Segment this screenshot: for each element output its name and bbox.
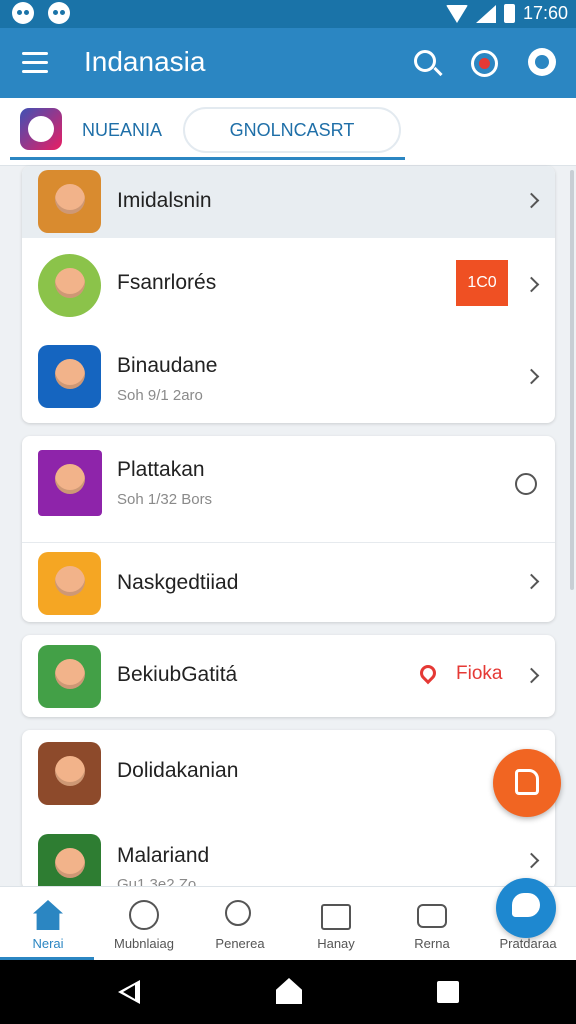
compose-fab-button[interactable] xyxy=(493,749,561,817)
chat-icon[interactable] xyxy=(496,878,556,938)
chevron-right-icon xyxy=(523,368,540,385)
edit-icon xyxy=(515,769,539,795)
bottom-nav: Nerai Mubnlaiag Penerea Hanay Rerna Prat… xyxy=(0,886,576,961)
tab-gnolncasrt[interactable]: GNOLNCASRT xyxy=(183,107,401,153)
nav-label: Penerea xyxy=(215,936,265,951)
nav-item-rerna[interactable]: Rerna xyxy=(384,887,480,961)
list-item[interactable]: Imidalsnin xyxy=(22,166,555,238)
nav-label: Hanay xyxy=(317,936,355,951)
nav-label: Mubnlaiag xyxy=(114,936,174,951)
game-list-card: Plattakan Soh 1/32 Bors Naskgedtiiad xyxy=(22,436,555,622)
status-badge: 1C0 xyxy=(456,260,508,306)
tab-indicator xyxy=(10,157,405,160)
game-icon-fighter xyxy=(38,450,102,516)
game-icon-lion xyxy=(38,742,101,805)
chevron-right-icon xyxy=(523,276,540,293)
game-icon-blocks xyxy=(38,645,101,708)
game-list-card: BekiubGatitá Fioka xyxy=(22,635,555,717)
location-pin-icon xyxy=(416,661,440,685)
list-item[interactable]: BekiubGatitá Fioka xyxy=(22,635,555,717)
signal-icon xyxy=(475,4,496,23)
list-item-subtitle: Soh 1/32 Bors xyxy=(117,491,213,508)
list-item[interactable]: Fsanrlorés 1C0 xyxy=(22,238,555,333)
list-item-subtitle: Soh 9/1 2aro xyxy=(117,387,203,404)
face-icon xyxy=(129,900,159,930)
app-title: Indanasia xyxy=(84,46,206,77)
list-item[interactable]: Binaudane Soh 9/1 2aro xyxy=(22,333,555,423)
game-list-card: Dolidakanian Malariand Gu1 3e2 Zo xyxy=(22,730,555,890)
menu-icon[interactable] xyxy=(22,52,48,74)
home-icon xyxy=(33,900,63,930)
chevron-right-icon xyxy=(523,852,540,869)
list-item-title: BekiubGatitá xyxy=(117,663,238,686)
bag-icon xyxy=(321,904,351,930)
home-button-icon[interactable] xyxy=(276,978,302,1004)
bulb-icon xyxy=(225,900,251,926)
nav-item-hanay[interactable]: Hanay xyxy=(288,887,384,961)
app-bar: Indanasia xyxy=(0,28,576,98)
nav-item-mubnlaiag[interactable]: Mubnlaiag xyxy=(96,887,192,961)
list-item-title: Dolidakanian xyxy=(117,759,239,782)
list-item-title: Naskgedtiiad xyxy=(117,571,239,594)
notification-app-icon xyxy=(48,2,70,24)
chevron-right-icon xyxy=(523,667,540,684)
list-item[interactable]: Malariand Gu1 3e2 Zo xyxy=(22,818,555,890)
nav-item-nerai[interactable]: Nerai xyxy=(0,887,96,961)
tab-bar: NUEANIA GNOLNCASRT xyxy=(0,98,576,166)
list-item-title: Binaudane xyxy=(117,354,218,377)
chevron-right-icon xyxy=(523,573,540,590)
wifi-icon xyxy=(445,4,468,23)
nav-item-penerea[interactable]: Penerea xyxy=(192,887,288,961)
list-item-title: Fsanrlorés xyxy=(117,271,217,294)
list-item-title: Malariand xyxy=(117,844,210,867)
list-item-title: Imidalsnin xyxy=(117,189,212,212)
status-time: 17:60 xyxy=(522,3,568,23)
search-icon[interactable] xyxy=(414,50,436,72)
list-item-title: Plattakan xyxy=(117,458,205,481)
chevron-right-icon xyxy=(523,192,540,209)
pin-label: Fioka xyxy=(456,663,503,684)
notification-panda-icon xyxy=(12,2,34,24)
battery-icon xyxy=(503,4,515,23)
game-icon-baby xyxy=(38,345,101,408)
tab-nueania[interactable]: NUEANIA xyxy=(82,120,162,141)
avatar[interactable] xyxy=(20,108,62,150)
nav-label: Pratdaraa xyxy=(499,936,557,951)
system-nav-bar xyxy=(0,960,576,1024)
profile-icon[interactable] xyxy=(528,48,556,76)
game-icon-heroine xyxy=(38,834,101,890)
wallet-icon xyxy=(417,904,447,928)
nav-label: Rerna xyxy=(414,936,450,951)
list-item[interactable]: Plattakan Soh 1/32 Bors xyxy=(22,436,555,542)
game-icon-badge xyxy=(38,254,101,317)
nav-label: Nerai xyxy=(32,936,64,951)
list-item[interactable]: Dolidakanian xyxy=(22,730,555,818)
game-list-card: Imidalsnin Fsanrlorés 1C0 Binaudane Soh … xyxy=(22,166,555,423)
game-icon-monkey xyxy=(38,552,101,615)
list-item[interactable]: Naskgedtiiad xyxy=(22,542,555,622)
game-icon-warrior xyxy=(38,170,101,233)
back-icon[interactable] xyxy=(118,980,140,1004)
radio-icon[interactable] xyxy=(515,473,537,495)
recent-apps-icon[interactable] xyxy=(437,981,459,1003)
notification-icon[interactable] xyxy=(471,50,498,77)
status-bar: 17:60 xyxy=(0,0,576,28)
scrollbar[interactable] xyxy=(570,170,574,590)
